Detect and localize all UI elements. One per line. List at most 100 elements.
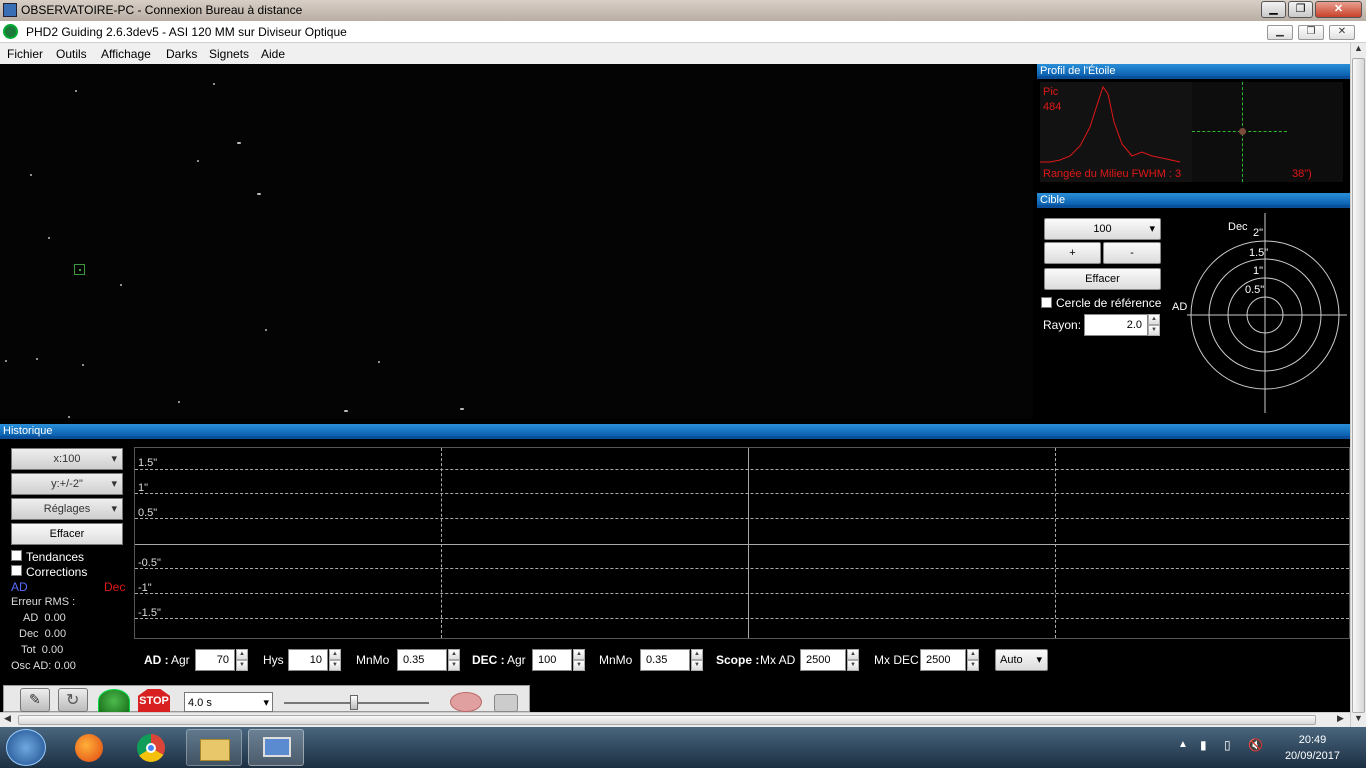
target-clear-button[interactable]: Effacer bbox=[1044, 268, 1161, 290]
max-dec-input[interactable]: 2500 bbox=[920, 649, 966, 671]
scroll-right-icon[interactable]: ▶ bbox=[1337, 713, 1344, 724]
scroll-up-icon[interactable]: ▲ bbox=[1354, 43, 1363, 53]
star-zoom-view: 38") bbox=[1192, 82, 1343, 182]
dec-aggr-spin-up[interactable]: ▲ bbox=[573, 649, 585, 660]
chevron-down-icon: ▾ bbox=[111, 453, 117, 465]
chrome-icon[interactable] bbox=[124, 729, 180, 766]
reference-circle-checkbox[interactable] bbox=[1041, 297, 1052, 308]
dec-minmo-spin-up[interactable]: ▲ bbox=[691, 649, 703, 660]
scrollbar-thumb[interactable] bbox=[18, 715, 1316, 725]
horizontal-scrollbar[interactable]: ◀ ▶ bbox=[0, 712, 1350, 727]
menu-fichier[interactable]: Fichier bbox=[7, 47, 43, 61]
scroll-down-icon[interactable]: ▼ bbox=[1354, 713, 1363, 723]
ra-aggr-input[interactable]: 70 bbox=[195, 649, 235, 671]
history-graph: 1.5" 1" 0.5" -0.5" -1" -1.5" bbox=[134, 447, 1350, 639]
vscroll-thumb[interactable] bbox=[1352, 58, 1365, 713]
guide-target-icon[interactable] bbox=[98, 689, 130, 713]
zoom-out-button[interactable]: - bbox=[1103, 242, 1161, 264]
camera-image-view[interactable] bbox=[0, 64, 1033, 419]
windows-taskbar: ▲ ▮ ▯ 🔇 20:49 20/09/2017 bbox=[0, 727, 1366, 768]
tray-arrow-icon[interactable]: ▲ bbox=[1178, 739, 1188, 750]
power-icon[interactable]: ▯ bbox=[1224, 738, 1231, 752]
settings-label: Réglages bbox=[43, 503, 91, 515]
loop-icon[interactable]: ↻ bbox=[58, 688, 88, 712]
menu-outils[interactable]: Outils bbox=[56, 47, 87, 61]
reference-circle-label: Cercle de référence bbox=[1056, 296, 1162, 310]
network-icon[interactable]: ▮ bbox=[1200, 738, 1207, 752]
explorer-icon[interactable] bbox=[186, 729, 242, 766]
max-ra-spin-up[interactable]: ▲ bbox=[847, 649, 859, 660]
gamma-slider-handle[interactable] bbox=[350, 695, 358, 710]
menu-affichage[interactable]: Affichage bbox=[101, 47, 151, 61]
y-scale-value: y:+/-2" bbox=[51, 478, 83, 490]
menu-aide[interactable]: Aide bbox=[261, 47, 285, 61]
dec-aggr-label: Agr bbox=[507, 653, 526, 667]
start-button-icon[interactable] bbox=[6, 729, 46, 766]
dec-aggr-spin-down[interactable]: ▼ bbox=[573, 660, 585, 671]
app-close-button[interactable]: ✕ bbox=[1329, 25, 1355, 40]
hys-spin-down[interactable]: ▼ bbox=[329, 660, 341, 671]
clock-time: 20:49 bbox=[1298, 734, 1327, 746]
history-clear-button[interactable]: Effacer bbox=[11, 523, 123, 545]
peak-value: 484 bbox=[1043, 101, 1062, 113]
fwhm-suffix: 38") bbox=[1292, 168, 1312, 180]
dec-mode-value: Auto bbox=[1000, 654, 1023, 666]
max-ra-spin-down[interactable]: ▼ bbox=[847, 660, 859, 671]
dec-minmo-spin-down[interactable]: ▼ bbox=[691, 660, 703, 671]
radius-spin-up[interactable]: ▲ bbox=[1148, 314, 1160, 325]
brain-icon[interactable] bbox=[450, 692, 482, 712]
chevron-down-icon: ▾ bbox=[111, 503, 117, 515]
rdp-title-bar: OBSERVATOIRE-PC - Connexion Bureau à dis… bbox=[0, 0, 1366, 21]
trends-checkbox[interactable] bbox=[11, 550, 22, 561]
star-profile-graph: Pic 484 Rangée du Milieu FWHM : 3 bbox=[1040, 82, 1192, 182]
camera-icon[interactable] bbox=[494, 694, 518, 712]
dec-mode-select[interactable]: Auto ▾ bbox=[995, 649, 1048, 671]
app-minimize-button[interactable]: ▁ bbox=[1267, 25, 1293, 40]
app-restore-button[interactable]: ❐ bbox=[1298, 25, 1324, 40]
y-label-1-5: 1.5" bbox=[138, 457, 158, 469]
remote-desktop-taskbar-icon[interactable] bbox=[248, 729, 304, 766]
exposure-select[interactable]: 4.0 s ▾ bbox=[184, 692, 273, 712]
rdp-close-button[interactable]: ✕ bbox=[1315, 1, 1362, 18]
ra-minmo-spin-up[interactable]: ▲ bbox=[448, 649, 460, 660]
menu-darks[interactable]: Darks bbox=[166, 47, 197, 61]
volume-icon[interactable]: 🔇 bbox=[1248, 738, 1263, 752]
stop-icon[interactable]: STOP bbox=[138, 689, 170, 712]
max-ra-input[interactable]: 2500 bbox=[800, 649, 846, 671]
dec-aggr-input[interactable]: 100 bbox=[532, 649, 572, 671]
corrections-checkbox[interactable] bbox=[11, 565, 22, 576]
vertical-scrollbar[interactable]: ▲ ▼ bbox=[1350, 43, 1366, 727]
y-label-neg-1: -1" bbox=[138, 582, 152, 594]
max-dec-spin-up[interactable]: ▲ bbox=[967, 649, 979, 660]
menu-signets[interactable]: Signets bbox=[209, 47, 249, 61]
chevron-down-icon: ▾ bbox=[263, 697, 269, 709]
ring-label-0-5: 0.5" bbox=[1245, 284, 1265, 296]
firefox-icon[interactable] bbox=[62, 729, 118, 766]
ra-minmo-input[interactable]: 0.35 bbox=[397, 649, 447, 671]
scroll-left-icon[interactable]: ◀ bbox=[4, 713, 11, 724]
dec-params-label: DEC : bbox=[472, 653, 505, 667]
target-zoom-select[interactable]: 100 ▾ bbox=[1044, 218, 1161, 240]
zoom-in-button[interactable]: + bbox=[1044, 242, 1101, 264]
scope-label: Scope : bbox=[716, 653, 760, 667]
hys-spin-up[interactable]: ▲ bbox=[329, 649, 341, 660]
pencil-icon[interactable]: ✎ bbox=[20, 688, 50, 712]
history-settings-button[interactable]: Réglages ▾ bbox=[11, 498, 123, 520]
dec-legend: Dec bbox=[104, 580, 126, 594]
taskbar-clock[interactable]: 20:49 20/09/2017 bbox=[1285, 732, 1340, 764]
x-scale-select[interactable]: x:100 ▾ bbox=[11, 448, 123, 470]
gamma-slider[interactable] bbox=[280, 692, 435, 712]
ra-minmo-spin-down[interactable]: ▼ bbox=[448, 660, 460, 671]
ring-label-1-5: 1.5" bbox=[1249, 247, 1269, 259]
y-scale-select[interactable]: y:+/-2" ▾ bbox=[11, 473, 123, 495]
ra-aggr-spin-up[interactable]: ▲ bbox=[236, 649, 248, 660]
rdp-minimize-button[interactable]: ▁ bbox=[1261, 1, 1286, 18]
hys-input[interactable]: 10 bbox=[288, 649, 328, 671]
ra-aggr-spin-down[interactable]: ▼ bbox=[236, 660, 248, 671]
dec-minmo-input[interactable]: 0.35 bbox=[640, 649, 690, 671]
radius-spin-down[interactable]: ▼ bbox=[1148, 325, 1160, 336]
rdp-restore-button[interactable]: ❐ bbox=[1288, 1, 1313, 18]
radius-input[interactable]: 2.0 bbox=[1084, 314, 1148, 336]
history-panel: Historique x:100 ▾ y:+/-2" ▾ Réglages ▾ Eff… bbox=[0, 424, 1350, 682]
max-dec-spin-down[interactable]: ▼ bbox=[967, 660, 979, 671]
